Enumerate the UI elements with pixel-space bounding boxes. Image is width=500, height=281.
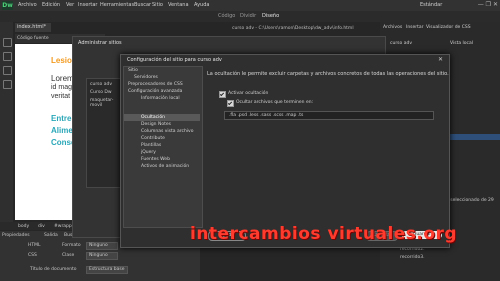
nav-preprocesadores[interactable]: Preprocesadores de CSS — [128, 82, 183, 87]
tab-propiedades[interactable]: Propiedades — [2, 233, 30, 238]
nav-info-local[interactable]: Información local — [141, 96, 180, 101]
class-label: Clase — [62, 253, 75, 258]
wrench-icon[interactable] — [3, 66, 12, 75]
split-icon[interactable] — [3, 52, 12, 61]
site-item[interactable]: curso adv — [90, 82, 112, 87]
menu-archivo[interactable]: Archivo — [18, 2, 37, 8]
workspace-select[interactable]: Estándar — [420, 2, 442, 8]
menu-insertar[interactable]: Insertar — [78, 2, 97, 8]
sites-list[interactable]: curso adv Curso Dw maquetar-movil — [86, 78, 124, 188]
tag-body[interactable]: body — [18, 224, 29, 229]
format-select[interactable]: Ninguno — [86, 242, 118, 250]
dreamweaver-logo: Dw — [2, 1, 13, 10]
file-item[interactable]: recorrido3. — [400, 255, 425, 260]
nav-activos-animacion[interactable]: Activos de animación — [141, 164, 189, 169]
manage-sites-title: Administrar sitios — [78, 40, 122, 46]
nav-fuentes-web[interactable]: Fuentes Web — [141, 157, 170, 162]
nav-sitio[interactable]: Sitio — [128, 68, 138, 73]
nav-config-avanzada[interactable]: Configuración avanzada — [128, 89, 182, 94]
extensions-input[interactable]: .fla .psd .less .sass .scss .map .ts — [224, 111, 434, 120]
doc-title-label: Título de documento — [30, 267, 77, 272]
class-value: Ninguno — [89, 253, 108, 258]
more-icon[interactable] — [3, 80, 12, 89]
menu-ver[interactable]: Ver — [66, 2, 74, 8]
enable-cloaking-checkbox[interactable] — [219, 91, 226, 98]
cloak-extensions-label: Ocultar archivos que terminen en: — [236, 100, 314, 105]
document-path: curso adv - C:\Users\ramon\Desktop\dw_ad… — [232, 26, 354, 31]
view-select[interactable]: Vista local — [450, 41, 473, 46]
menu-edicion[interactable]: Edición — [42, 2, 60, 8]
preview-text-3: veritat — [51, 93, 71, 100]
title-bar: Dw Archivo Edición Ver Insertar Herramie… — [0, 0, 500, 11]
tab-insertar[interactable]: Insertar — [406, 25, 424, 30]
code-view-label[interactable]: Código fuente — [17, 36, 49, 41]
tab-salida[interactable]: Salida — [44, 233, 58, 238]
watermark: intercambios virtuales.org — [190, 224, 458, 244]
nav-ocultacion[interactable]: Ocultación — [141, 115, 165, 120]
document-tab[interactable]: index.html* — [15, 23, 51, 32]
html-mode-button[interactable]: HTML — [28, 243, 41, 248]
enable-cloaking-label: Activar ocultación — [228, 91, 269, 96]
nav-design-notes[interactable]: Design Notes — [141, 122, 171, 127]
tool-strip — [0, 22, 13, 222]
mode-bar: Código Dividir Diseño — [0, 11, 500, 22]
menu-herramientas[interactable]: Herramientas — [100, 2, 134, 8]
dialog-title: Configuración del sitio para curso adv — [127, 57, 222, 63]
site-item[interactable]: maquetar-movil — [90, 98, 123, 108]
file-icon[interactable] — [3, 38, 12, 47]
mode-codigo[interactable]: Código — [218, 13, 235, 19]
menu-sitio[interactable]: Sitio — [152, 2, 163, 8]
nav-servidores[interactable]: Servidores — [134, 75, 158, 80]
tab-css-designer[interactable]: Visualizador de CSS — [426, 25, 471, 30]
menu-buscar[interactable]: Buscar — [134, 2, 151, 8]
doc-title-input[interactable]: Estructura base — [86, 266, 128, 274]
nav-plantillas[interactable]: Plantillas — [141, 143, 161, 148]
mode-diseno[interactable]: Diseño — [262, 13, 279, 19]
tag-div[interactable]: div — [38, 224, 45, 229]
cloaking-description: La ocultación le permite excluir carpeta… — [207, 71, 449, 77]
nav-contribute[interactable]: Contribute — [141, 136, 165, 141]
menu-ayuda[interactable]: Ayuda — [194, 2, 209, 8]
nav-columnas[interactable]: Columnas vista archivo — [141, 129, 193, 134]
format-value: Ninguno — [89, 243, 108, 248]
window-controls[interactable]: — ❐ ✕ — [478, 1, 498, 8]
site-select[interactable]: curso adv — [390, 41, 412, 46]
tab-archivos[interactable]: Archivos — [383, 25, 402, 30]
close-icon[interactable]: ✕ — [438, 56, 443, 63]
css-mode-button[interactable]: CSS — [28, 253, 37, 258]
class-select[interactable]: Ninguno — [86, 252, 118, 260]
mode-dividir[interactable]: Dividir — [240, 13, 256, 19]
menu-ventana[interactable]: Ventana — [168, 2, 189, 8]
preview-text-1: Lorem — [51, 74, 74, 83]
format-label: Formato — [62, 243, 81, 248]
doc-title-value: Estructura base — [89, 267, 125, 272]
preview-text-2: id mag — [51, 84, 73, 91]
cloak-extensions-checkbox[interactable] — [227, 100, 234, 107]
site-item[interactable]: Curso Dw — [90, 90, 112, 95]
nav-jquery[interactable]: jQuery — [141, 150, 156, 155]
